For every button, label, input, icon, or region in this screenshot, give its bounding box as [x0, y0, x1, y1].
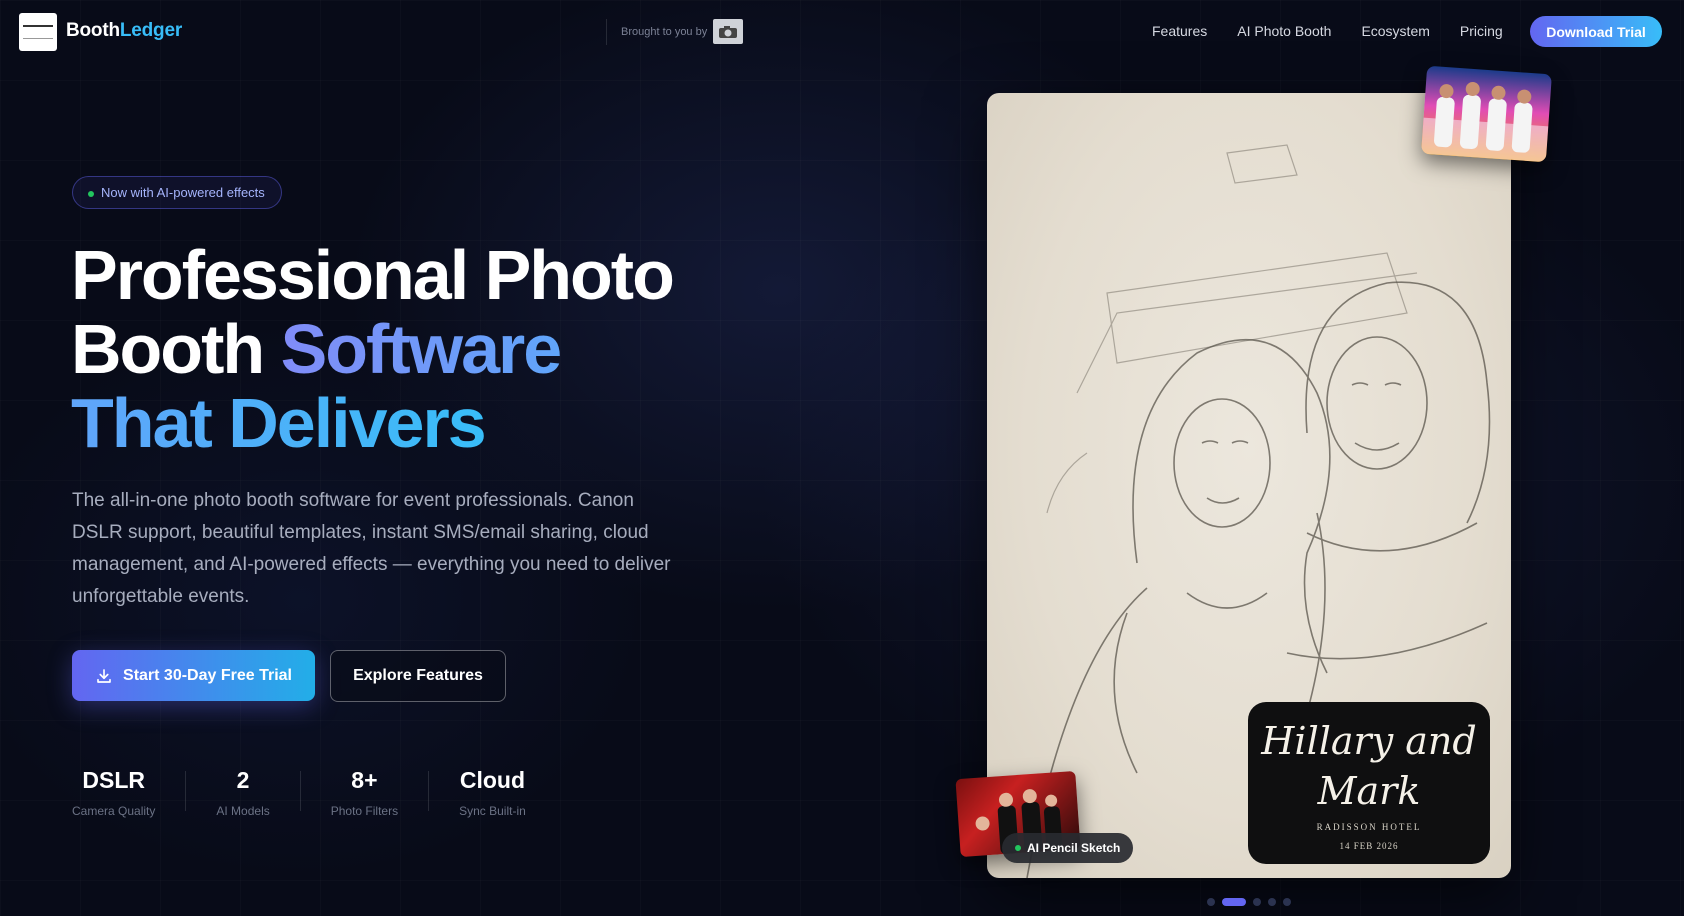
status-dot	[1015, 845, 1021, 851]
brand-logo[interactable]	[19, 13, 57, 51]
start-free-trial-label: Start 30-Day Free Trial	[123, 666, 292, 684]
carousel-indicators	[1207, 898, 1291, 906]
stat-value: Cloud	[459, 767, 526, 793]
nav-divider	[606, 19, 607, 45]
start-free-trial-button[interactable]: Start 30-Day Free Trial	[72, 650, 315, 701]
download-trial-button[interactable]: Download Trial	[1530, 16, 1662, 47]
event-venue: RADISSON HOTEL	[1316, 822, 1422, 832]
carousel-dot-1[interactable]	[1207, 898, 1215, 906]
stat-photo-filters: 8+ Photo Filters	[331, 766, 398, 818]
brand-name-part1: Booth	[66, 20, 120, 41]
stat-divider	[428, 771, 430, 811]
event-date: 14 FEB 2026	[1339, 841, 1399, 851]
effect-tag-label: AI Pencil Sketch	[1027, 841, 1121, 855]
nav-link-ai-photo-booth[interactable]: AI Photo Booth	[1237, 23, 1331, 39]
example-photo-thumbnail-retro[interactable]	[1421, 65, 1552, 163]
couple-names-line2: Mark	[1317, 769, 1421, 813]
hero-headline: Professional Photo Booth Software That D…	[71, 238, 711, 460]
headline-line2-accent: Software	[280, 310, 563, 388]
top-navbar: BoothLedger Brought to you by Features A…	[0, 0, 1684, 64]
camera-icon	[719, 25, 737, 38]
carousel-dot-2[interactable]	[1222, 898, 1246, 906]
couple-names-line1: Hillary and	[1261, 719, 1477, 763]
stat-dslr: DSLR Camera Quality	[72, 766, 155, 818]
carousel-dot-4[interactable]	[1268, 898, 1276, 906]
stat-divider	[185, 771, 187, 811]
group-photo-image	[1421, 81, 1549, 163]
explore-features-button[interactable]: Explore Features	[330, 650, 506, 702]
brand-name[interactable]: BoothLedger	[66, 20, 182, 42]
announcement-badge-text: Now with AI-powered effects	[101, 185, 265, 200]
hero-description: The all-in-one photo booth software for …	[72, 490, 671, 607]
stat-label: AI Models	[216, 804, 270, 818]
nav-links: Features AI Photo Booth Ecosystem Pricin…	[1152, 23, 1533, 39]
stat-label: Camera Quality	[72, 804, 156, 818]
stat-cloud: Cloud Sync Built-in	[459, 766, 526, 818]
carousel-dot-5[interactable]	[1283, 898, 1291, 906]
status-dot	[88, 191, 94, 197]
logo-mark	[23, 25, 53, 39]
download-icon	[97, 668, 111, 683]
sponsor-label: Brought to you by	[621, 26, 708, 38]
carousel-dot-3[interactable]	[1253, 898, 1261, 906]
headline-line1: Professional Photo	[71, 236, 675, 314]
nav-link-features[interactable]: Features	[1152, 23, 1207, 39]
effect-tag: AI Pencil Sketch	[1002, 833, 1134, 863]
nav-link-pricing[interactable]: Pricing	[1460, 23, 1503, 39]
couple-names: Hillary and Mark	[1248, 716, 1490, 816]
stat-value: 2	[236, 767, 250, 793]
stat-label: Sync Built-in	[459, 804, 526, 818]
headline-line3-accent: That Delivers	[71, 384, 487, 462]
sponsor-logo[interactable]	[713, 19, 743, 44]
stat-value: DSLR	[82, 767, 145, 793]
announcement-badge: Now with AI-powered effects	[72, 176, 282, 209]
sketch-photo-card[interactable]: Hillary and Mark RADISSON HOTEL 14 FEB 2…	[987, 93, 1511, 878]
stats-row: DSLR Camera Quality 2 AI Models 8+ Photo…	[72, 766, 526, 818]
brand-name-part2: Ledger	[119, 20, 183, 41]
stat-value: 8+	[351, 767, 378, 793]
stat-label: Photo Filters	[330, 804, 399, 818]
stat-ai-models: 2 AI Models	[216, 766, 269, 818]
headline-line2-plain: Booth	[71, 310, 281, 388]
stat-divider	[299, 771, 301, 811]
nav-link-ecosystem[interactable]: Ecosystem	[1361, 23, 1429, 39]
event-name-plate: Hillary and Mark RADISSON HOTEL 14 FEB 2…	[1248, 702, 1490, 864]
